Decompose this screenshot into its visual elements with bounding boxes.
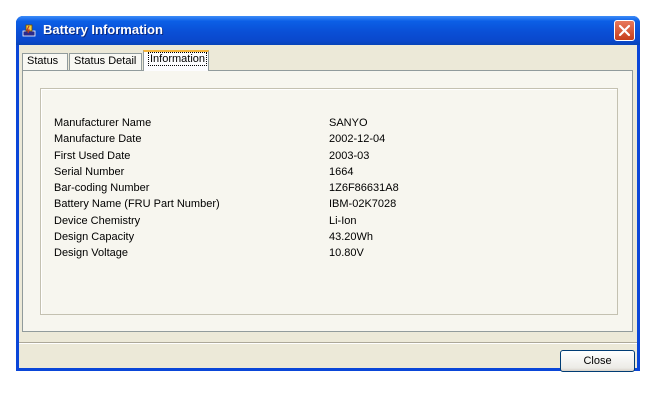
info-row-bar-coding-number: Bar-coding Number 1Z6F86631A8 <box>54 182 614 198</box>
tab-status-detail[interactable]: Status Detail <box>69 53 142 70</box>
title-bar[interactable]: Battery Information <box>16 16 640 45</box>
info-row-battery-name: Battery Name (FRU Part Number) IBM-02K70… <box>54 198 614 214</box>
info-value: IBM-02K7028 <box>329 198 397 211</box>
info-value: 10.80V <box>329 247 364 260</box>
info-row-manufacturer-name: Manufacturer Name SANYO <box>54 117 614 133</box>
info-label: Serial Number <box>54 165 125 178</box>
information-list: Manufacturer Name SANYO Manufacture Date… <box>54 117 614 264</box>
close-button[interactable]: Close <box>560 350 635 372</box>
info-label: Design Voltage <box>54 247 128 260</box>
info-value: 2002-12-04 <box>329 133 386 146</box>
window-title: Battery Information <box>43 22 163 37</box>
battery-app-icon <box>22 22 38 38</box>
information-group-box: Manufacturer Name SANYO Manufacture Date… <box>40 88 618 315</box>
info-label: Manufacturer Name <box>54 117 152 129</box>
info-label: Bar-coding Number <box>54 182 150 195</box>
info-row-manufacture-date: Manufacture Date 2002-12-04 <box>54 133 614 149</box>
info-label: First Used Date <box>54 149 131 162</box>
information-tab-page: Manufacturer Name SANYO Manufacture Date… <box>22 70 633 332</box>
info-row-device-chemistry: Device Chemistry Li-Ion <box>54 215 614 231</box>
info-row-design-capacity: Design Capacity 43.20Wh <box>54 231 614 247</box>
info-label: Device Chemistry <box>54 214 141 227</box>
info-row-first-used-date: First Used Date 2003-03 <box>54 150 614 166</box>
info-value: SANYO <box>329 117 368 129</box>
info-label: Design Capacity <box>54 231 135 244</box>
info-value: 43.20Wh <box>329 231 374 244</box>
close-icon <box>618 24 631 37</box>
tab-information-label: Information <box>148 52 208 66</box>
info-value: 2003-03 <box>329 149 370 162</box>
info-label: Manufacture Date <box>54 133 142 146</box>
window-close-button[interactable] <box>614 20 635 41</box>
tab-status[interactable]: Status <box>22 53 68 70</box>
tab-information[interactable]: Information <box>143 50 209 71</box>
info-value: 1Z6F86631A8 <box>329 182 399 195</box>
info-value: Li-Ion <box>329 214 357 227</box>
info-row-design-voltage: Design Voltage 10.80V <box>54 247 614 263</box>
info-value: 1664 <box>329 165 354 178</box>
footer-separator <box>19 342 637 344</box>
info-label: Battery Name (FRU Part Number) <box>54 198 220 211</box>
dialog-client-area: Status Status Detail Information Manufac… <box>19 45 637 372</box>
info-row-serial-number: Serial Number 1664 <box>54 166 614 182</box>
battery-info-window: Battery Information Status Status Detail… <box>16 16 640 372</box>
